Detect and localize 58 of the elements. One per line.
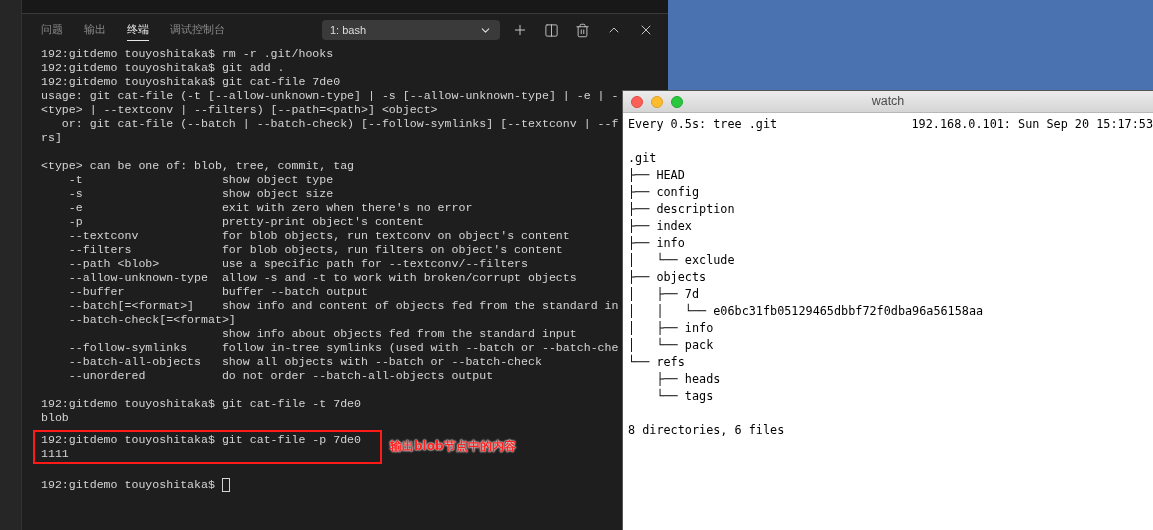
terminal-line: --batch-all-objects show all objects with --batch or --batch-check [67, 355, 542, 369]
text-cursor [221, 478, 230, 492]
tree-line: ├── description [628, 201, 735, 218]
terminal-line: -t show object type [67, 173, 334, 187]
tree-summary: 8 directories, 6 files [628, 422, 785, 439]
tree-line: ├── info [628, 235, 685, 252]
terminal-line: --batch-check[=<format>] [67, 313, 236, 327]
tree-line: ├── heads [655, 371, 721, 388]
terminal-line: -s show object size [67, 187, 334, 201]
annotation-label: 输出blob节点中的内容 [390, 439, 516, 453]
tree-line: │ └── pack [628, 337, 714, 354]
terminal-line: --buffer buffer --batch output [67, 285, 368, 299]
terminal-line: blob [41, 411, 69, 425]
tree-line: ├── objects [628, 269, 707, 286]
terminal-line: <type> can be one of: blob, tree, commit, tag [41, 159, 355, 173]
terminal-select[interactable]: 1: bash [322, 20, 500, 40]
tree-line: └── refs [628, 354, 685, 371]
tree-line: │ │ └── e06bc31fb05129465dbbf72f0dba96a56158aa [628, 303, 984, 320]
panel-tab[interactable]: 调试控制台 [170, 19, 225, 41]
terminal-line: --filters for blob objects, run filters on object's content [67, 243, 563, 257]
tree-line: │ └── exclude [628, 252, 735, 269]
terminal-line: --unordered do not order --batch-all-objects output [67, 369, 494, 383]
tree-line: ├── HEAD [628, 167, 685, 184]
terminal-line: usage: git cat-file (-t [--allow-unknown-type] | -s [--allow-unknown-type] | -e | - [41, 89, 619, 103]
terminal-line: -e exit with zero when there's no error [67, 201, 473, 215]
tree-line: │ ├── 7d [628, 286, 700, 303]
watch-command: Every 0.5s: tree .git [628, 116, 778, 133]
terminal-line: 192:gitdemo touyoshitaka$ git cat-file -p 7de0 [41, 433, 362, 447]
terminal-line: --batch[=<format>] show info and content of objects fed from the standard in [67, 299, 619, 313]
terminal-line: -p pretty-print object's content [67, 215, 424, 229]
tree-line: .git [628, 150, 657, 167]
close-window-icon[interactable] [631, 96, 643, 108]
terminal-line: or: git cat-file (--batch | --batch-check) [--follow-symlinks] [--textconv | --f [60, 117, 619, 131]
terminal-line: 192:gitdemo touyoshitaka$ rm -r .git/hooks [41, 47, 334, 61]
tree-line: ├── index [628, 218, 692, 235]
terminal-line: rs] [41, 131, 62, 145]
terminal-line: --follow-symlinks follow in-tree symlinks (used with --batch or --batch-che [67, 341, 619, 355]
terminal-line: 1111 [41, 447, 69, 461]
terminal-line: <type> | --textconv | --filters) [--path=<path>] <object> [41, 103, 438, 117]
terminal-line: --path <blob> use a specific path for --textconv/--filters [67, 257, 529, 271]
tree-line: └── tags [655, 388, 714, 405]
window-title: watch [871, 93, 905, 111]
trash-icon[interactable] [575, 22, 590, 38]
terminal-line: 192:gitdemo touyoshitaka$ [41, 478, 216, 492]
terminal-line: 192:gitdemo touyoshitaka$ git add . [41, 61, 285, 75]
terminal-line: 192:gitdemo touyoshitaka$ git cat-file -t 7de0 [41, 397, 362, 411]
panel-tab[interactable]: 终端 [127, 19, 149, 41]
split-icon[interactable] [544, 22, 559, 38]
terminal-line: --allow-unknown-type allow -s and -t to work with broken/corrupt objects [67, 271, 577, 285]
panel-tab[interactable]: 问题 [41, 19, 63, 41]
add-icon[interactable] [512, 22, 528, 38]
tree-line: │ ├── info [628, 320, 714, 337]
host-time: 192.168.0.101: Sun Sep 20 15:17:53 [911, 116, 1153, 133]
terminal-line: --textconv for blob objects, run textconv on object's content [67, 229, 570, 243]
panel-tab[interactable]: 输出 [84, 19, 106, 41]
tree-line: ├── config [628, 184, 700, 201]
terminal-line: 192:gitdemo touyoshitaka$ git cat-file 7de0 [41, 75, 341, 89]
terminal-line: show info about objects fed from the standard input [220, 327, 577, 341]
